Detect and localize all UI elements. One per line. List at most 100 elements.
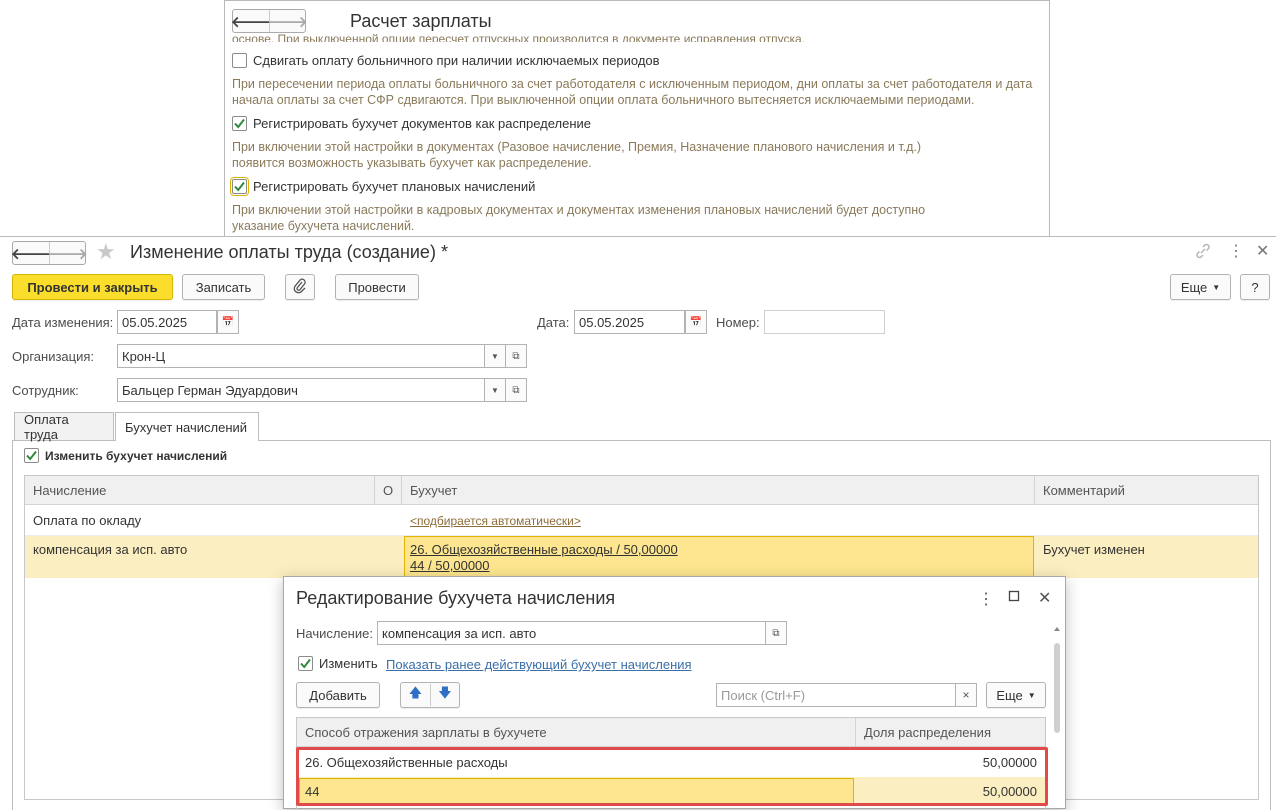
change-accounting-option[interactable]: Изменить бухучет начислений (24, 448, 227, 463)
more-label: Еще (996, 687, 1023, 703)
employee-label: Сотрудник: (12, 383, 79, 398)
scroll-up-icon[interactable] (1054, 627, 1060, 631)
settings-panel: 🡐 🡒 Расчет зарплаты основе. При выключен… (224, 0, 1050, 237)
dialog-more-button[interactable]: Еще ▼ (986, 682, 1046, 708)
column-header-accrual[interactable]: Начисление (25, 476, 375, 505)
attachment-button[interactable] (285, 274, 315, 300)
method-cell-editing[interactable] (299, 778, 854, 804)
tab-border-right (1270, 440, 1271, 810)
org-input[interactable]: Крон-Ц (117, 344, 485, 368)
column-header-comment[interactable]: Комментарий (1035, 476, 1258, 505)
column-header-accounting[interactable]: Бухучет (402, 476, 1035, 505)
post-and-close-button[interactable]: Провести и закрыть (12, 274, 173, 300)
option-shift-sick-pay[interactable]: Сдвигать оплату больничного при наличии … (232, 53, 660, 68)
back-arrow-icon[interactable]: 🡐 (231, 10, 271, 32)
option-hint: При включении этой настройки в документа… (232, 140, 922, 170)
option-label: Регистрировать бухучет документов как ра… (253, 116, 592, 131)
open-icon[interactable]: ⧉ (505, 378, 527, 402)
table-row[interactable]: 44 50,00000 (297, 777, 1045, 805)
checkmark-icon (234, 181, 245, 192)
employee-input[interactable]: Бальцер Герман Эдуардович (117, 378, 485, 402)
date-input[interactable]: 05.05.2025 (574, 310, 685, 334)
accounting-line: 44 / 50,00000 (410, 558, 490, 573)
clear-search-icon[interactable]: × (955, 683, 977, 707)
change-accounting-checkbox[interactable] (24, 448, 39, 463)
forward-arrow-icon[interactable]: 🡒 (47, 242, 88, 264)
accrual-cell: Оплата по окладу (33, 513, 142, 528)
open-icon[interactable]: ⧉ (505, 344, 527, 368)
post-button[interactable]: Провести (335, 274, 419, 300)
move-buttons: 🡅 🡇 (400, 682, 460, 708)
tab-accrual-accounting[interactable]: Бухучет начислений (115, 412, 259, 441)
column-header-share[interactable]: Доля распределения (856, 718, 1045, 747)
number-input[interactable] (764, 310, 885, 334)
back-arrow-icon[interactable]: 🡐 (11, 242, 51, 264)
move-up-icon[interactable]: 🡅 (401, 684, 430, 706)
accrual-input[interactable]: компенсация за исп. авто (377, 621, 766, 645)
add-button[interactable]: Добавить (296, 682, 380, 708)
favorite-star-icon[interactable]: ★ (96, 239, 116, 265)
accounting-line: 26. Общехозяйственные расходы / 50,00000 (410, 542, 678, 557)
option-label: Регистрировать бухучет плановых начислен… (253, 179, 536, 194)
move-down-icon[interactable]: 🡇 (429, 684, 459, 706)
link-icon[interactable] (1194, 242, 1212, 263)
register-distribution-checkbox[interactable] (232, 116, 247, 131)
option-register-distribution[interactable]: Регистрировать бухучет документов как ра… (232, 116, 591, 131)
document-title: Изменение оплаты труда (создание) * (130, 242, 448, 262)
save-button[interactable]: Записать (182, 274, 265, 300)
chevron-down-icon: ▼ (1212, 282, 1221, 292)
change-label: Изменить (319, 656, 378, 671)
more-vertical-icon[interactable]: ⋮ (1228, 241, 1244, 261)
settings-cut-text: основе. При выключенной опции пересчет о… (232, 34, 805, 42)
maximize-icon[interactable] (1008, 590, 1020, 602)
change-date-input[interactable]: 05.05.2025 (117, 310, 217, 334)
date-label: Дата: (537, 315, 570, 330)
doc-nav-buttons: 🡐 🡒 (11, 241, 88, 265)
grid-header: Способ отражения зарплаты в бухучете Дол… (297, 718, 1045, 747)
chevron-down-icon: ▼ (1027, 690, 1036, 700)
close-icon[interactable]: ✕ (1256, 241, 1269, 261)
checkmark-icon (26, 450, 37, 461)
calendar-icon[interactable]: 📅 (217, 310, 239, 334)
more-vertical-icon[interactable]: ⋮ (978, 589, 994, 609)
share-cell: 50,00000 (982, 755, 1037, 770)
accrual-cell: компенсация за исп. авто (33, 542, 188, 557)
scrollbar-thumb[interactable] (1054, 643, 1060, 733)
close-icon[interactable]: ✕ (1038, 588, 1051, 608)
search-input[interactable]: Поиск (Ctrl+F) (716, 683, 956, 707)
org-label: Организация: (12, 349, 95, 364)
table-row[interactable]: 26. Общехозяйственные расходы 50,00000 (297, 748, 1045, 777)
shift-sick-pay-checkbox[interactable] (232, 53, 247, 68)
comment-cell: Бухучет изменен (1043, 542, 1145, 557)
accounting-cell-editing[interactable]: 26. Общехозяйственные расходы / 50,00000… (404, 536, 1034, 577)
dropdown-arrow-icon[interactable]: ▼ (484, 344, 506, 368)
register-planned-checkbox[interactable] (230, 177, 249, 196)
help-button[interactable]: ? (1240, 274, 1270, 300)
column-header-method[interactable]: Способ отражения зарплаты в бухучете (297, 718, 856, 747)
forward-arrow-icon[interactable]: 🡒 (267, 10, 308, 32)
change-accounting-label: Изменить бухучет начислений (45, 448, 228, 463)
accounting-auto-link[interactable]: <подбирается автоматически> (402, 505, 581, 536)
more-button[interactable]: Еще ▼ (1170, 274, 1231, 300)
show-previous-accounting-link[interactable]: Показать ранее действующий бухучет начис… (386, 657, 692, 672)
checkmark-icon (300, 658, 311, 669)
option-hint: При включении этой настройки в кадровых … (232, 203, 926, 233)
open-icon[interactable]: ⧉ (765, 621, 787, 645)
change-option[interactable]: Изменить (298, 656, 378, 671)
tab-salary[interactable]: Оплата труда (14, 412, 114, 442)
column-header-o[interactable]: О (375, 476, 402, 505)
settings-title: Расчет зарплаты (350, 11, 492, 31)
tab-border-left (12, 440, 13, 810)
option-register-planned[interactable]: Регистрировать бухучет плановых начислен… (230, 177, 536, 196)
number-label: Номер: (716, 315, 760, 330)
accrual-label: Начисление: (296, 626, 373, 641)
settings-nav-buttons: 🡐 🡒 (231, 9, 308, 33)
grid-header: Начисление О Бухучет Комментарий (25, 476, 1258, 505)
table-row[interactable]: компенсация за исп. авто 26. Общехозяйст… (25, 536, 1258, 578)
change-checkbox[interactable] (298, 656, 313, 671)
table-row[interactable]: Оплата по окладу <подбирается автоматиче… (25, 505, 1258, 536)
paperclip-icon (293, 278, 307, 297)
dropdown-arrow-icon[interactable]: ▼ (484, 378, 506, 402)
scrollbar[interactable] (1054, 627, 1060, 810)
calendar-icon[interactable]: 📅 (685, 310, 707, 334)
